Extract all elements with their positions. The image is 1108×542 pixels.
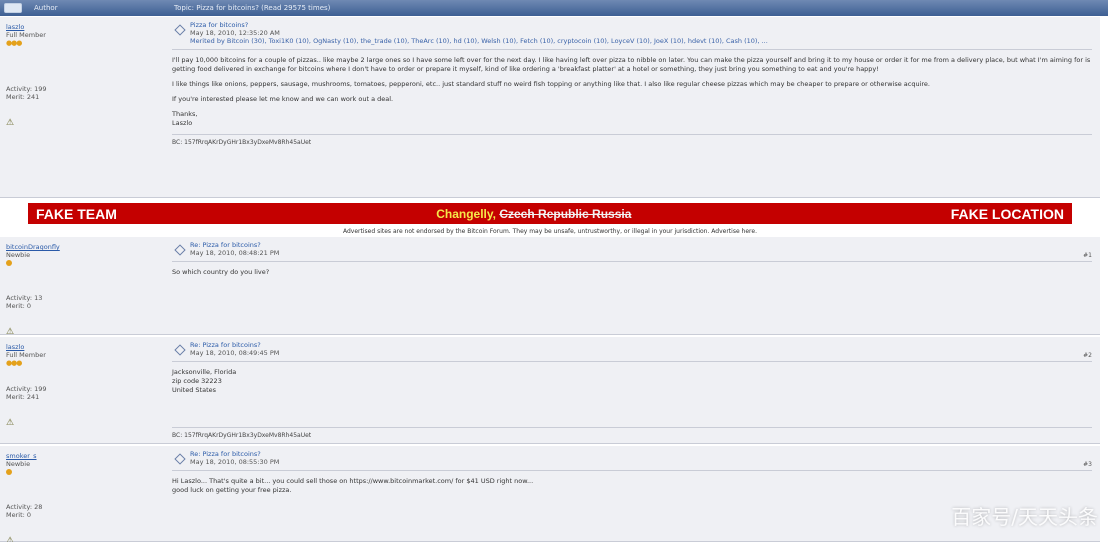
author-activity: Activity: 199 — [6, 385, 47, 393]
post-body: Pizza for bitcoins? May 18, 2010, 12:35:… — [172, 21, 1092, 147]
post-body: Re: Pizza for bitcoins? May 18, 2010, 08… — [172, 450, 1092, 495]
thread-header-bar: Author Topic: Pizza for bitcoins? (Read … — [0, 0, 1108, 16]
watermark-text: 百家号/天天头条 — [951, 505, 1098, 529]
post-icon — [174, 244, 186, 256]
post-title-link[interactable]: Re: Pizza for bitcoins? — [190, 450, 279, 458]
post-3: smoker_s Newbie Activity: 28 Merit: 0 ⚠ … — [0, 446, 1100, 542]
author-rank: Full Member — [6, 31, 46, 39]
post-line: Hi Laszlo... That's quite a bit... you c… — [172, 477, 534, 485]
author-merit: Merit: 241 — [6, 93, 40, 101]
post-icon — [174, 344, 186, 356]
author-rank: Newbie — [6, 460, 31, 468]
post-author-panel: laszlo Full Member ●●● Activity: 199 Mer… — [6, 23, 156, 128]
post-paragraph: If you're interested please let me know … — [172, 95, 394, 103]
report-icon[interactable]: ⚠ — [6, 328, 156, 337]
post-title-link[interactable]: Re: Pizza for bitcoins? — [190, 241, 279, 249]
post-header: Re: Pizza for bitcoins? May 18, 2010, 08… — [172, 450, 1092, 471]
banner-center-label: Changelly, Czech Republic Russia — [436, 207, 631, 221]
post-date: May 18, 2010, 08:55:30 PM — [190, 458, 280, 466]
post-signoff: Laszlo — [172, 119, 193, 127]
post-body: Re: Pizza for bitcoins? May 18, 2010, 08… — [172, 341, 1092, 440]
author-activity: Activity: 28 — [6, 503, 43, 511]
post-icon — [174, 453, 186, 465]
author-name-link[interactable]: smoker_s — [6, 452, 156, 460]
post-paragraph: So which country do you live? — [172, 268, 270, 276]
post-author-panel: laszlo Full Member ●●● Activity: 199 Mer… — [6, 343, 156, 428]
fake-annotation-banner: FAKE TEAM Changelly, Czech Republic Russ… — [28, 203, 1072, 224]
post-body: Re: Pizza for bitcoins? May 18, 2010, 08… — [172, 241, 1092, 277]
post-author-panel: bitcoinDragonfly Newbie Activity: 13 Mer… — [6, 243, 156, 337]
post-2: laszlo Full Member ●●● Activity: 199 Mer… — [0, 337, 1100, 444]
post-signature: BC: 157fRrqAKrDyGHr1Bx3yDxeMv8Rh45aUet — [172, 427, 1092, 440]
post-date: May 18, 2010, 08:48:21 PM — [190, 249, 280, 257]
post-number[interactable]: #1 — [1083, 251, 1092, 260]
post-header: Re: Pizza for bitcoins? May 18, 2010, 08… — [172, 241, 1092, 262]
author-rank: Full Member — [6, 351, 46, 359]
author-column-label: Author — [34, 4, 58, 12]
author-merit: Merit: 241 — [6, 393, 40, 401]
forum-thread-page: Author Topic: Pizza for bitcoins? (Read … — [0, 0, 1108, 542]
topic-title: Topic: Pizza for bitcoins? (Read 29575 t… — [174, 4, 331, 12]
post-number[interactable]: #2 — [1083, 351, 1092, 360]
post-signature: BC: 157fRrqAKrDyGHr1Bx3yDxeMv8Rh45aUet — [172, 134, 1092, 147]
post-header: Re: Pizza for bitcoins? May 18, 2010, 08… — [172, 341, 1092, 362]
author-name-link[interactable]: bitcoinDragonfly — [6, 243, 156, 251]
author-name-link[interactable]: laszlo — [6, 23, 156, 31]
post-title-link[interactable]: Re: Pizza for bitcoins? — [190, 341, 279, 349]
post-date: May 18, 2010, 12:35:20 AM — [190, 29, 280, 37]
rank-dot-icon — [6, 469, 12, 475]
post-0: laszlo Full Member ●●● Activity: 199 Mer… — [0, 17, 1100, 198]
author-name-link[interactable]: laszlo — [6, 343, 156, 351]
banner-struck-text: Czech Republic Russia — [499, 206, 632, 221]
post-line: zip code 32223 — [172, 377, 222, 385]
forum-logo-icon — [4, 3, 22, 13]
author-merit: Merit: 0 — [6, 511, 32, 519]
post-paragraph: I'll pay 10,000 bitcoins for a couple of… — [172, 56, 1091, 73]
post-line: good luck on getting your free pizza. — [172, 486, 292, 494]
banner-left-label: FAKE TEAM — [36, 205, 117, 222]
post-header: Pizza for bitcoins? May 18, 2010, 12:35:… — [172, 21, 1092, 50]
post-title-link[interactable]: Pizza for bitcoins? — [190, 21, 768, 29]
banner-right-label: FAKE LOCATION — [950, 205, 1064, 222]
post-date: May 18, 2010, 08:49:45 PM — [190, 349, 280, 357]
merit-list: Merited by Bitcoin (30), Toxi1K0 (10), O… — [190, 37, 768, 45]
author-activity: Activity: 13 — [6, 294, 43, 302]
report-icon[interactable]: ⚠ — [6, 119, 156, 128]
post-closing: Thanks, — [172, 110, 198, 118]
rank-dot-icon — [6, 260, 12, 266]
author-activity: Activity: 199 — [6, 85, 47, 93]
author-merit: Merit: 0 — [6, 302, 32, 310]
report-icon[interactable]: ⚠ — [6, 537, 156, 542]
post-icon — [174, 24, 186, 36]
author-rank: Newbie — [6, 251, 31, 259]
post-1: bitcoinDragonfly Newbie Activity: 13 Mer… — [0, 237, 1100, 337]
post-number[interactable]: #3 — [1083, 460, 1092, 469]
post-author-panel: smoker_s Newbie Activity: 28 Merit: 0 ⚠ — [6, 452, 156, 542]
post-line: Jacksonville, Florida — [172, 368, 237, 376]
ad-disclaimer: Advertised sites are not endorsed by the… — [343, 228, 757, 235]
post-paragraph: I like things like onions, peppers, saus… — [172, 80, 930, 88]
banner-highlight: Changelly, — [436, 206, 496, 221]
report-icon[interactable]: ⚠ — [6, 419, 156, 428]
rank-stars-icon: ●●● — [6, 359, 22, 367]
rank-stars-icon: ●●● — [6, 39, 22, 47]
post-line: United States — [172, 386, 217, 394]
